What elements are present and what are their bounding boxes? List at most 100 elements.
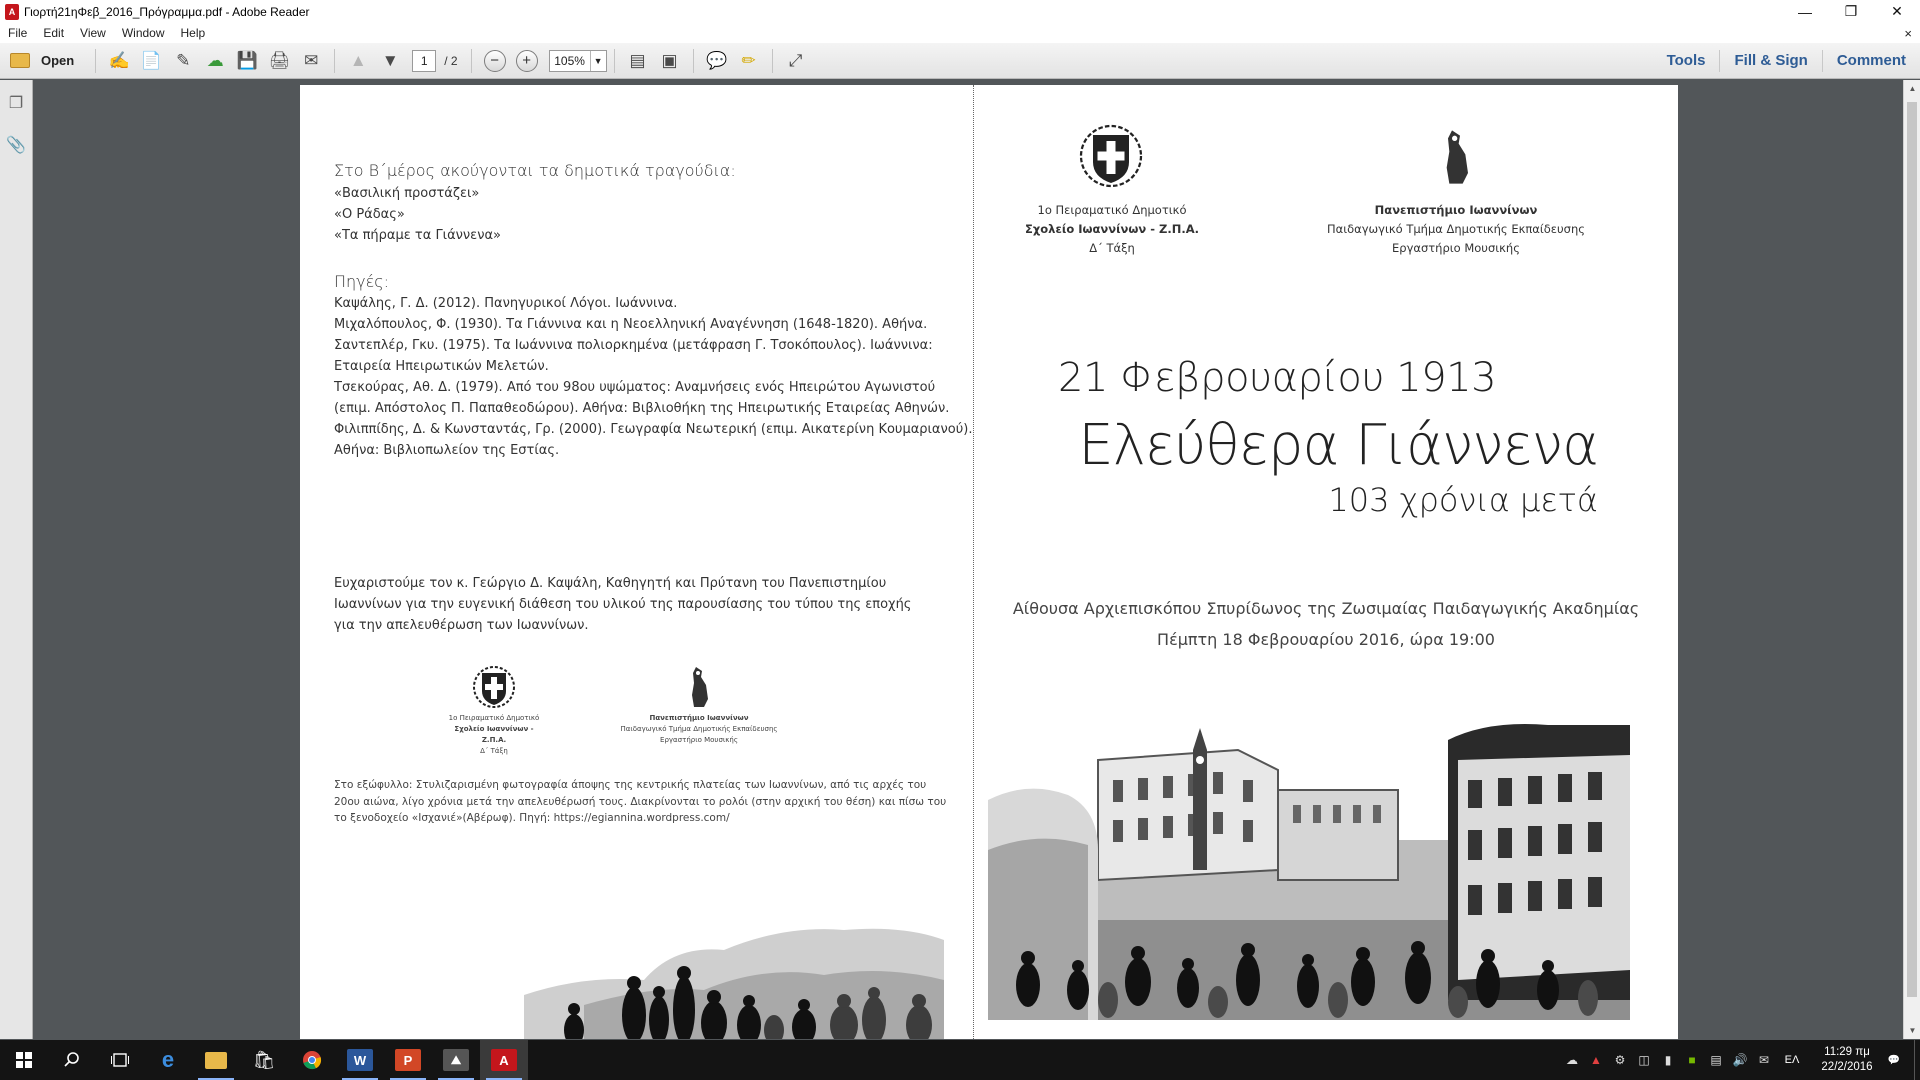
nvidia-icon[interactable]: ■ bbox=[1682, 1053, 1702, 1067]
title-bar: A Γιορτή21ηΦεβ_2016_Πρόγραμμα.pdf - Adob… bbox=[0, 0, 1920, 23]
scroll-up-icon[interactable]: ▲ bbox=[1904, 80, 1920, 97]
close-document-button[interactable]: × bbox=[1904, 26, 1912, 41]
crowd-silhouette-illustration bbox=[524, 928, 944, 1039]
fit-page-icon[interactable]: ▣ bbox=[657, 48, 683, 74]
file-explorer-icon[interactable] bbox=[192, 1040, 240, 1080]
minimize-button[interactable]: — bbox=[1782, 0, 1828, 23]
comment-link[interactable]: Comment bbox=[1821, 49, 1920, 72]
show-desktop-button[interactable] bbox=[1914, 1040, 1920, 1080]
photos-icon[interactable]: ⛰ bbox=[432, 1040, 480, 1080]
windows-taskbar: e 🛍 W P ⛰ A ☁ ▲ ⚙ ◫ ▮ ■ ▤ 🔊 ✉ ΕΛ 11:29 π… bbox=[0, 1040, 1920, 1080]
menu-file[interactable]: File bbox=[0, 23, 35, 43]
export-pdf-icon[interactable]: 📄 bbox=[138, 48, 164, 74]
create-pdf-icon[interactable]: ✍ bbox=[106, 48, 132, 74]
vertical-scrollbar[interactable]: ▲ ▼ bbox=[1903, 80, 1920, 1039]
save-icon[interactable]: 💾 bbox=[234, 48, 260, 74]
usb-icon[interactable]: ◫ bbox=[1634, 1053, 1654, 1067]
navigation-pane: ❐ 📎 bbox=[0, 80, 33, 1039]
event-main-title: Ελεύθερα Γιάννενα bbox=[1078, 413, 1599, 478]
zoom-in-button[interactable]: + bbox=[515, 49, 538, 72]
system-tray: ☁ ▲ ⚙ ◫ ▮ ■ ▤ 🔊 ✉ ΕΛ 11:29 πμ 22/2/2016 … bbox=[1560, 1040, 1920, 1080]
toolbar: Open ✍ 📄 ✎ ☁ 💾 🖨 ✉ ▲ ▼ 1 / 2 − + 105% ▼ … bbox=[0, 43, 1920, 79]
network-icon[interactable]: ▤ bbox=[1706, 1053, 1726, 1067]
menu-bar: File Edit View Window Help × bbox=[0, 23, 1920, 43]
next-page-icon[interactable]: ▼ bbox=[377, 48, 403, 74]
folder-icon bbox=[10, 53, 30, 68]
acrobat-icon[interactable]: A bbox=[480, 1040, 528, 1080]
school-logo-line: Δ΄ Τάξη bbox=[480, 747, 508, 755]
univ-logo-line: Πανεπιστήμιο Ιωαννίνων bbox=[649, 714, 749, 722]
menu-edit[interactable]: Edit bbox=[35, 23, 72, 43]
clock-date: 22/2/2016 bbox=[1821, 1061, 1873, 1073]
menu-window[interactable]: Window bbox=[114, 23, 173, 43]
source-item: Εταιρεία Ηπειρωτικών Μελετών. bbox=[334, 359, 549, 374]
cover-caption: Στο εξώφυλλο: Στυλιζαρισμένη φωτογραφία … bbox=[334, 779, 947, 824]
scroll-thumb[interactable] bbox=[1907, 102, 1917, 997]
task-view-icon[interactable] bbox=[96, 1040, 144, 1080]
search-icon[interactable] bbox=[48, 1040, 96, 1080]
toolbar-divider bbox=[95, 48, 97, 73]
highlight-icon[interactable]: ✏ bbox=[736, 48, 762, 74]
acrobat-tray-icon[interactable]: ▲ bbox=[1586, 1053, 1606, 1067]
page-number-input[interactable]: 1 bbox=[412, 49, 437, 72]
edge-icon[interactable]: e bbox=[144, 1040, 192, 1080]
email-icon[interactable]: ✉ bbox=[298, 48, 324, 74]
menu-view[interactable]: View bbox=[72, 23, 114, 43]
store-icon[interactable]: 🛍 bbox=[240, 1040, 288, 1080]
attachments-icon[interactable]: 📎 bbox=[6, 134, 26, 156]
zoom-out-button[interactable]: − bbox=[483, 49, 506, 72]
school-logo-line: 1ο Πειραματικό Δημοτικό bbox=[1037, 203, 1187, 217]
windows-start-icon[interactable] bbox=[0, 1040, 48, 1080]
clock-time: 11:29 πμ bbox=[1824, 1046, 1870, 1058]
source-item: (επιμ. Απόστολος Π. Παπαθεοδώρου). Αθήνα… bbox=[334, 401, 950, 416]
menu-help[interactable]: Help bbox=[173, 23, 214, 43]
chevron-down-icon[interactable]: ▼ bbox=[589, 50, 606, 71]
toolbar-divider bbox=[613, 48, 615, 73]
previous-page-icon[interactable]: ▲ bbox=[345, 48, 371, 74]
fill-sign-link[interactable]: Fill & Sign bbox=[1719, 49, 1821, 72]
back-panel: Στο Β΄μέρος ακούγονται τα δημοτικά τραγο… bbox=[334, 85, 972, 1039]
close-button[interactable]: ✕ bbox=[1874, 0, 1920, 23]
tools-link[interactable]: Tools bbox=[1653, 50, 1720, 72]
scroll-mode-icon[interactable]: ▤ bbox=[625, 48, 651, 74]
volume-icon[interactable]: 🔊 bbox=[1730, 1053, 1750, 1067]
school-logo-small: 1ο Πειραματικό Δημοτικό Σχολείο Ιωαννίνω… bbox=[444, 665, 544, 757]
toolbar-divider bbox=[334, 48, 336, 73]
zoom-select[interactable]: 105% ▼ bbox=[548, 49, 607, 72]
school-logo-line: Σχολείο Ιωαννίνων - Ζ.Π.Α. bbox=[1025, 222, 1199, 236]
notifications-icon[interactable]: 💬 bbox=[1884, 1055, 1904, 1066]
source-item: Φιλιππίδης, Δ. & Κωνσταντάς, Γρ. (2000).… bbox=[334, 422, 973, 437]
print-icon[interactable]: 🖨 bbox=[266, 48, 292, 74]
edit-pdf-icon[interactable]: ✎ bbox=[170, 48, 196, 74]
greek-emblem-icon bbox=[473, 666, 515, 708]
sticky-note-icon[interactable]: 💬 bbox=[704, 48, 730, 74]
cover-panel: 1ο Πειραματικό Δημοτικό Σχολείο Ιωαννίνω… bbox=[974, 85, 1678, 1039]
battery-icon[interactable]: ▮ bbox=[1658, 1053, 1678, 1067]
page-total: / 2 bbox=[444, 53, 458, 68]
toolbar-right-links: Tools Fill & Sign Comment bbox=[1653, 43, 1920, 79]
event-date-title: 21 Φεβρουαρίου 1913 bbox=[1058, 355, 1497, 401]
acrobat-reader-icon: A bbox=[5, 3, 19, 20]
source-item: Καψάλης, Γ. Δ. (2012). Πανηγυρικοί Λόγοι… bbox=[334, 296, 678, 311]
document-view[interactable]: Στο Β΄μέρος ακούγονται τα δημοτικά τραγο… bbox=[34, 80, 1903, 1039]
toolbar-divider bbox=[771, 48, 773, 73]
full-screen-icon[interactable]: ⤢ bbox=[783, 48, 809, 74]
onedrive-icon[interactable]: ☁ bbox=[1562, 1053, 1582, 1067]
clock[interactable]: 11:29 πμ 22/2/2016 bbox=[1812, 1045, 1882, 1075]
page-thumbnails-icon[interactable]: ❐ bbox=[6, 92, 26, 114]
word-icon[interactable]: W bbox=[336, 1040, 384, 1080]
chrome-icon[interactable] bbox=[288, 1040, 336, 1080]
powerpoint-icon[interactable]: P bbox=[384, 1040, 432, 1080]
school-logo-line: Δ΄ Τάξη bbox=[1089, 241, 1135, 255]
songs-heading: Στο Β΄μέρος ακούγονται τα δημοτικά τραγο… bbox=[334, 161, 736, 180]
thanks-text: Ευχαριστούμε τον κ. Γεώργιο Δ. Καψάλη, Κ… bbox=[334, 576, 912, 633]
restore-button[interactable]: ❐ bbox=[1828, 0, 1874, 23]
action-center-icon[interactable]: ✉ bbox=[1754, 1053, 1774, 1067]
cloud-upload-icon[interactable]: ☁ bbox=[202, 48, 228, 74]
scroll-down-icon[interactable]: ▼ bbox=[1904, 1022, 1920, 1039]
event-subtitle: 103 χρόνια μετά bbox=[1328, 481, 1598, 519]
school-logo-text: 1ο Πειραματικό Δημοτικό Σχολείο Ιωαννίνω… bbox=[994, 201, 1230, 258]
update-icon[interactable]: ⚙ bbox=[1610, 1053, 1630, 1067]
open-button[interactable]: Open bbox=[10, 53, 74, 68]
language-indicator[interactable]: ΕΛ bbox=[1778, 1054, 1806, 1066]
